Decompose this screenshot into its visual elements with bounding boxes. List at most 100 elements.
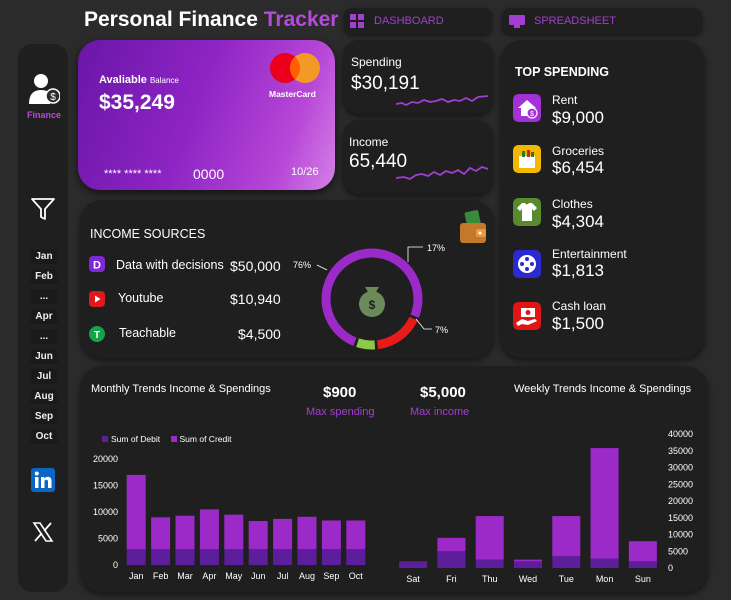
x-tick-label: Sat [406,574,420,584]
y-tick-label: 35000 [668,446,693,456]
bar-may-credit [224,514,244,550]
balance-label: Balance [149,76,179,85]
dashboard-tab[interactable]: DASHBOARD [344,8,492,34]
x-tick-label: Aug [299,571,315,581]
youtube-icon [89,291,105,307]
card-brand: MasterCard [269,89,316,99]
legend-credit-swatch [170,436,177,442]
y-tick-label: 30000 [668,463,693,473]
donut-label-17: 17% [427,243,445,253]
bar-thu-credit [475,516,504,560]
month-filter-sep[interactable]: Sep [30,409,58,424]
x-tick-label: Mar [177,571,193,581]
bar-oct-debit [346,549,366,565]
y-tick-label: 20000 [93,454,118,464]
income-sources-title: INCOME SOURCES [90,227,206,241]
bar-fri-credit [437,537,466,552]
month-filter-jan[interactable]: Jan [30,249,58,264]
income-source-youtube-value: $10,940 [230,291,281,307]
bar-wed-credit [514,559,542,562]
y-tick-label: 5000 [668,546,688,556]
spreadsheet-tab[interactable]: SPREADSHEET [502,8,702,34]
month-filter-ellipsis[interactable]: ... [30,289,58,304]
shirt-icon [513,198,541,226]
max-income-label: Max income [410,406,470,418]
linkedin-icon[interactable] [31,468,55,492]
x-tick-label: Apr [202,571,216,581]
income-sparkline [396,166,488,180]
monthly-trends-chart: 0 5000 10000 15000 20000 Jan Feb Mar Apr May Jun Ju… [93,454,366,581]
top-spending-clothes-name: Clothes [552,197,593,211]
svg-text:$: $ [50,92,56,103]
income-source-data-with-decisions-name: Data with decisions [116,258,224,272]
mastercard-logo-icon [270,53,320,83]
x-tick-label: Jul [277,571,289,581]
x-tick-label: Jan [129,571,144,581]
finance-label: Finance [26,110,61,120]
top-spending-groceries-name: Groceries [552,144,605,158]
money-bag-icon: $ [359,287,385,317]
spreadsheet-tab-label: SPREADSHEET [534,15,616,27]
income-source-data-with-decisions-value: $50,000 [230,258,281,274]
finance-user-icon[interactable]: $ [28,72,60,106]
y-tick-label: 40000 [668,429,693,439]
month-filter-jun[interactable]: Jun [30,349,58,364]
grocery-icon [513,145,541,173]
x-tick-label: Wed [519,574,537,584]
bar-sun-debit [628,561,657,568]
income-source-teachable-value: $4,500 [238,326,281,342]
top-spending-cashloan-value: $1,500 [552,314,604,333]
x-tick-label: Mon [596,574,614,584]
x-twitter-icon[interactable] [31,520,55,544]
month-filter-aug[interactable]: Aug [30,389,58,404]
available-label: Avaliable [99,74,147,86]
top-spending-title: TOP SPENDING [515,65,610,79]
month-filter-feb[interactable]: Feb [30,269,58,284]
bar-tue-debit [552,556,581,568]
income-donut-chart: $ 76% 17% 7% [293,243,448,350]
bar-feb-debit [151,549,171,565]
x-tick-label: Thu [482,574,498,584]
x-tick-label: Sun [635,574,651,584]
bar-feb-credit [151,517,171,550]
y-tick-label: 10000 [668,530,693,540]
max-spending-value: $900 [323,384,357,401]
month-filter-ellipsis[interactable]: ... [30,329,58,344]
bar-aug-credit [297,516,317,550]
bar-fri-debit [437,551,466,568]
month-filter-oct[interactable]: Oct [30,429,58,444]
x-tick-label: May [225,571,243,581]
bar-apr-debit [199,549,219,565]
bar-sat-debit [399,561,428,568]
bar-jul-credit [273,518,293,550]
bar-mar-credit [175,515,195,550]
svg-text:$: $ [530,111,534,118]
top-spending-clothes-value: $4,304 [552,212,604,231]
bar-jun-credit [248,521,268,550]
bar-sep-credit [321,520,341,550]
bar-mon-credit [590,448,619,559]
y-tick-label: 15000 [93,481,118,491]
card-masked-number: **** **** **** [104,168,162,180]
dashboard-icon [350,14,364,28]
top-spending-entertainment-name: Entertainment [552,247,627,261]
d-logo-icon: D [89,256,105,272]
spending-sparkline [396,95,488,107]
weekly-chart-title: Weekly Trends Income & Spendings [514,383,692,395]
month-filter-apr[interactable]: Apr [30,309,58,324]
dashboard-tab-label: DASHBOARD [374,15,444,27]
x-tick-label: Feb [153,571,169,581]
legend-credit-label: Sum of Credit [179,434,232,444]
month-filter-jul[interactable]: Jul [30,369,58,384]
cash-hand-icon [513,302,541,330]
filter-icon[interactable] [30,196,56,222]
x-tick-label: Tue [559,574,574,584]
top-spending-rent-name: Rent [552,93,578,107]
house-money-icon: $ [513,94,541,122]
balance-card: Avaliable Balance $35,249 MasterCard ***… [78,40,335,190]
top-spending-cashloan-name: Cash loan [552,299,607,313]
teachable-icon: T [89,326,105,342]
bar-oct-credit [346,520,366,550]
bar-sep-debit [321,549,341,565]
top-spending-entertainment-value: $1,813 [552,261,604,280]
